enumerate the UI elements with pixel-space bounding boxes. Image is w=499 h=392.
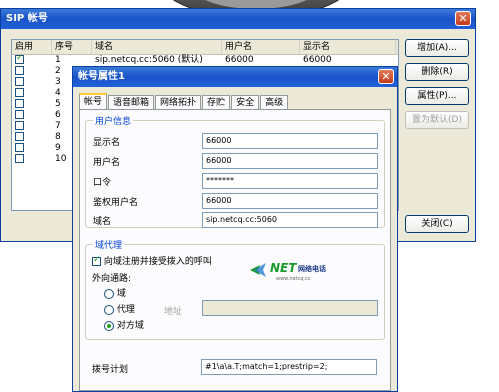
dialog-title: 帐号属性1 bbox=[78, 71, 125, 82]
add-button[interactable]: 增加(A)... bbox=[405, 39, 469, 57]
enabled-checkbox[interactable] bbox=[15, 77, 24, 86]
enabled-checkbox[interactable] bbox=[15, 154, 24, 163]
tab-security[interactable]: 安全 bbox=[231, 95, 260, 110]
radio-domain[interactable] bbox=[104, 288, 114, 299]
radio-proxy-label: 代理 bbox=[116, 305, 135, 315]
display-name-label: 显示名 bbox=[93, 138, 121, 148]
domain-proxy-group: 域代理 向域注册并接受拨入的呼叫 外向通路: 域 代理 地址 对方域 bbox=[85, 238, 385, 340]
set-default-button[interactable]: 置为默认(D) bbox=[405, 111, 469, 129]
auth-username-label: 鉴权用户名 bbox=[93, 198, 139, 208]
address-label: 地址 bbox=[164, 307, 183, 317]
display-name-field[interactable]: 66000 bbox=[202, 133, 378, 149]
enabled-checkbox[interactable] bbox=[15, 132, 24, 141]
row-index: 1 bbox=[55, 55, 61, 65]
address-field[interactable] bbox=[202, 300, 378, 316]
dial-plan-label: 拨号计划 bbox=[92, 365, 129, 375]
account-tab-panel: 用户信息 显示名 66000 用户名 66000 口令 ******* 鉴权用户… bbox=[79, 109, 391, 391]
row-username: 66000 bbox=[225, 55, 254, 65]
register-option[interactable]: 向域注册并接受拨入的呼叫 bbox=[92, 254, 212, 267]
radio-peer-label: 对方域 bbox=[116, 321, 144, 331]
column-display-name[interactable]: 显示名 bbox=[300, 40, 396, 54]
password-label: 口令 bbox=[93, 178, 112, 188]
dialog-close-button[interactable]: ✕ bbox=[378, 69, 394, 84]
netcq-logo: NET 网络电话 www.netcq.cc bbox=[246, 257, 346, 283]
tab-advanced[interactable]: 高级 bbox=[260, 95, 289, 110]
dial-plan-field[interactable]: #1\a\a.T;match=1;prestrip=2; bbox=[201, 359, 377, 375]
auth-username-field[interactable]: 66000 bbox=[202, 193, 378, 209]
radio-peer[interactable] bbox=[104, 320, 114, 331]
dialog-titlebar: 帐号属性1 bbox=[73, 67, 397, 87]
column-enabled[interactable]: 启用 bbox=[12, 40, 52, 54]
column-index[interactable]: 序号 bbox=[52, 40, 92, 54]
outbound-label: 外向通路: bbox=[92, 274, 132, 284]
enabled-checkbox[interactable] bbox=[15, 110, 24, 119]
sip-window-titlebar: SIP 帐号 bbox=[1, 9, 475, 29]
domain-label: 域名 bbox=[93, 217, 112, 227]
domain-field[interactable]: sip.netcq.cc:5060 bbox=[202, 212, 378, 228]
radio-domain-label: 域 bbox=[116, 289, 126, 299]
account-properties-dialog: 帐号属性1 ✕ 帐号 语音邮箱 网络拓扑 存贮 安全 高级 用户信息 显示名 6… bbox=[72, 66, 398, 392]
enabled-checkbox[interactable] bbox=[15, 99, 24, 108]
username-field[interactable]: 66000 bbox=[202, 153, 378, 169]
password-field[interactable]: ******* bbox=[202, 173, 378, 189]
enabled-checkbox[interactable] bbox=[15, 66, 24, 75]
accounts-list-header: 启用 序号 域名 用户名 显示名 bbox=[12, 40, 398, 55]
close-button[interactable]: 关闭(C) bbox=[405, 215, 469, 233]
enabled-checkbox[interactable] bbox=[15, 88, 24, 97]
domain-proxy-group-title: 域代理 bbox=[93, 238, 125, 251]
column-username[interactable]: 用户名 bbox=[222, 40, 300, 54]
radio-option-peer[interactable]: 对方域 bbox=[104, 318, 144, 331]
sip-window-close-button[interactable]: ✕ bbox=[455, 11, 471, 26]
enabled-checkbox[interactable] bbox=[15, 143, 24, 152]
tab-network-topology[interactable]: 网络拓扑 bbox=[155, 95, 202, 110]
logo-text: NET bbox=[270, 261, 297, 275]
column-domain[interactable]: 域名 bbox=[92, 40, 222, 54]
tab-storage[interactable]: 存贮 bbox=[202, 95, 231, 110]
dialog-tabs: 帐号 语音邮箱 网络拓扑 存贮 安全 高级 bbox=[79, 93, 289, 111]
enabled-checkbox[interactable] bbox=[15, 53, 24, 64]
sip-window-title: SIP 帐号 bbox=[6, 13, 48, 24]
register-checkbox[interactable] bbox=[92, 255, 101, 266]
logo-subtext: www.netcq.cc bbox=[276, 276, 311, 282]
radio-option-proxy[interactable]: 代理 bbox=[104, 302, 135, 315]
radio-option-domain[interactable]: 域 bbox=[104, 286, 126, 299]
user-info-group: 用户信息 显示名 66000 用户名 66000 口令 ******* 鉴权用户… bbox=[85, 114, 385, 228]
properties-button[interactable]: 属性(P)... bbox=[405, 87, 469, 105]
radio-proxy[interactable] bbox=[104, 304, 114, 315]
table-row[interactable]: 1 sip.netcq.cc:5060 (默认) 66000 66000 bbox=[12, 53, 398, 66]
svg-text:网络电话: 网络电话 bbox=[298, 264, 326, 273]
delete-button[interactable]: 删除(R) bbox=[405, 63, 469, 81]
row-domain: sip.netcq.cc:5060 (默认) bbox=[95, 55, 203, 65]
row-display-name: 66000 bbox=[303, 55, 332, 65]
tab-voicemail[interactable]: 语音邮箱 bbox=[108, 95, 155, 110]
username-label: 用户名 bbox=[93, 158, 121, 168]
register-label: 向域注册并接受拨入的呼叫 bbox=[103, 257, 212, 267]
user-info-group-title: 用户信息 bbox=[93, 114, 134, 127]
enabled-checkbox[interactable] bbox=[15, 121, 24, 130]
